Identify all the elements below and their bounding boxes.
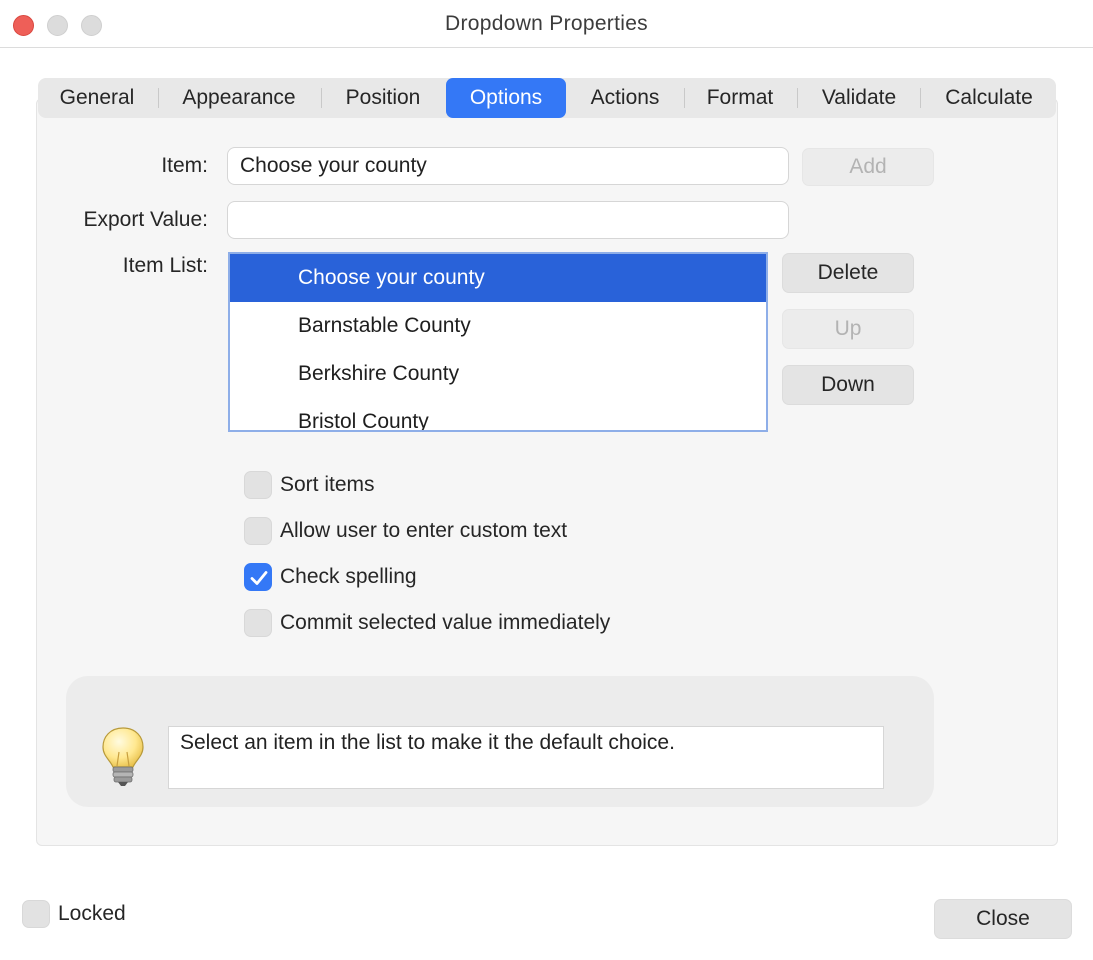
list-item[interactable]: Choose your county xyxy=(230,254,766,302)
sort-items-checkbox[interactable] xyxy=(244,471,272,499)
list-item[interactable]: Berkshire County xyxy=(230,350,766,398)
tab-options[interactable]: Options xyxy=(446,78,566,118)
down-button[interactable]: Down xyxy=(782,365,914,405)
custom-text-label: Allow user to enter custom text xyxy=(280,519,568,542)
delete-button[interactable]: Delete xyxy=(782,253,914,293)
check-spelling-checkbox[interactable] xyxy=(244,563,272,591)
commit-immediately-label: Commit selected value immediately xyxy=(280,611,611,634)
tab-validate[interactable]: Validate xyxy=(807,78,911,118)
export-value-input[interactable] xyxy=(227,201,789,239)
sort-items-label: Sort items xyxy=(280,473,375,496)
tab-separator xyxy=(797,88,798,108)
item-list-label: Item List: xyxy=(122,254,208,277)
tab-separator xyxy=(321,88,322,108)
window-title: Dropdown Properties xyxy=(445,12,648,35)
locked-checkbox[interactable] xyxy=(22,900,50,928)
export-value-label: Export Value: xyxy=(83,208,208,231)
tab-general[interactable]: General xyxy=(46,78,148,118)
checkmark-icon xyxy=(250,571,268,585)
check-spelling-label: Check spelling xyxy=(280,565,417,588)
commit-immediately-option[interactable]: Commit selected value immediately xyxy=(244,608,610,638)
locked-label: Locked xyxy=(58,902,126,925)
tab-separator xyxy=(684,88,685,108)
up-button[interactable]: Up xyxy=(782,309,914,349)
title-bar: Dropdown Properties xyxy=(0,0,1093,48)
tab-format[interactable]: Format xyxy=(694,78,786,118)
commit-immediately-checkbox[interactable] xyxy=(244,609,272,637)
item-list[interactable]: Choose your county Barnstable County Ber… xyxy=(228,252,768,432)
item-input[interactable] xyxy=(227,147,789,185)
tab-actions[interactable]: Actions xyxy=(576,78,674,118)
lightbulb-icon xyxy=(100,726,146,793)
tab-bar: General Appearance Position Options Acti… xyxy=(38,78,1056,118)
item-label: Item: xyxy=(161,154,208,177)
custom-text-option[interactable]: Allow user to enter custom text xyxy=(244,516,567,546)
locked-option[interactable]: Locked xyxy=(22,899,126,929)
custom-text-checkbox[interactable] xyxy=(244,517,272,545)
add-button[interactable]: Add xyxy=(802,148,934,186)
hint-text: Select an item in the list to make it th… xyxy=(168,726,884,789)
list-item[interactable]: Barnstable County xyxy=(230,302,766,350)
tab-separator xyxy=(920,88,921,108)
tab-position[interactable]: Position xyxy=(332,78,434,118)
tab-appearance[interactable]: Appearance xyxy=(168,78,310,118)
sort-items-option[interactable]: Sort items xyxy=(244,470,375,500)
tab-separator xyxy=(158,88,159,108)
check-spelling-option[interactable]: Check spelling xyxy=(244,562,417,592)
close-button[interactable]: Close xyxy=(934,899,1072,939)
list-item[interactable]: Bristol County xyxy=(230,398,766,430)
tab-calculate[interactable]: Calculate xyxy=(930,78,1048,118)
